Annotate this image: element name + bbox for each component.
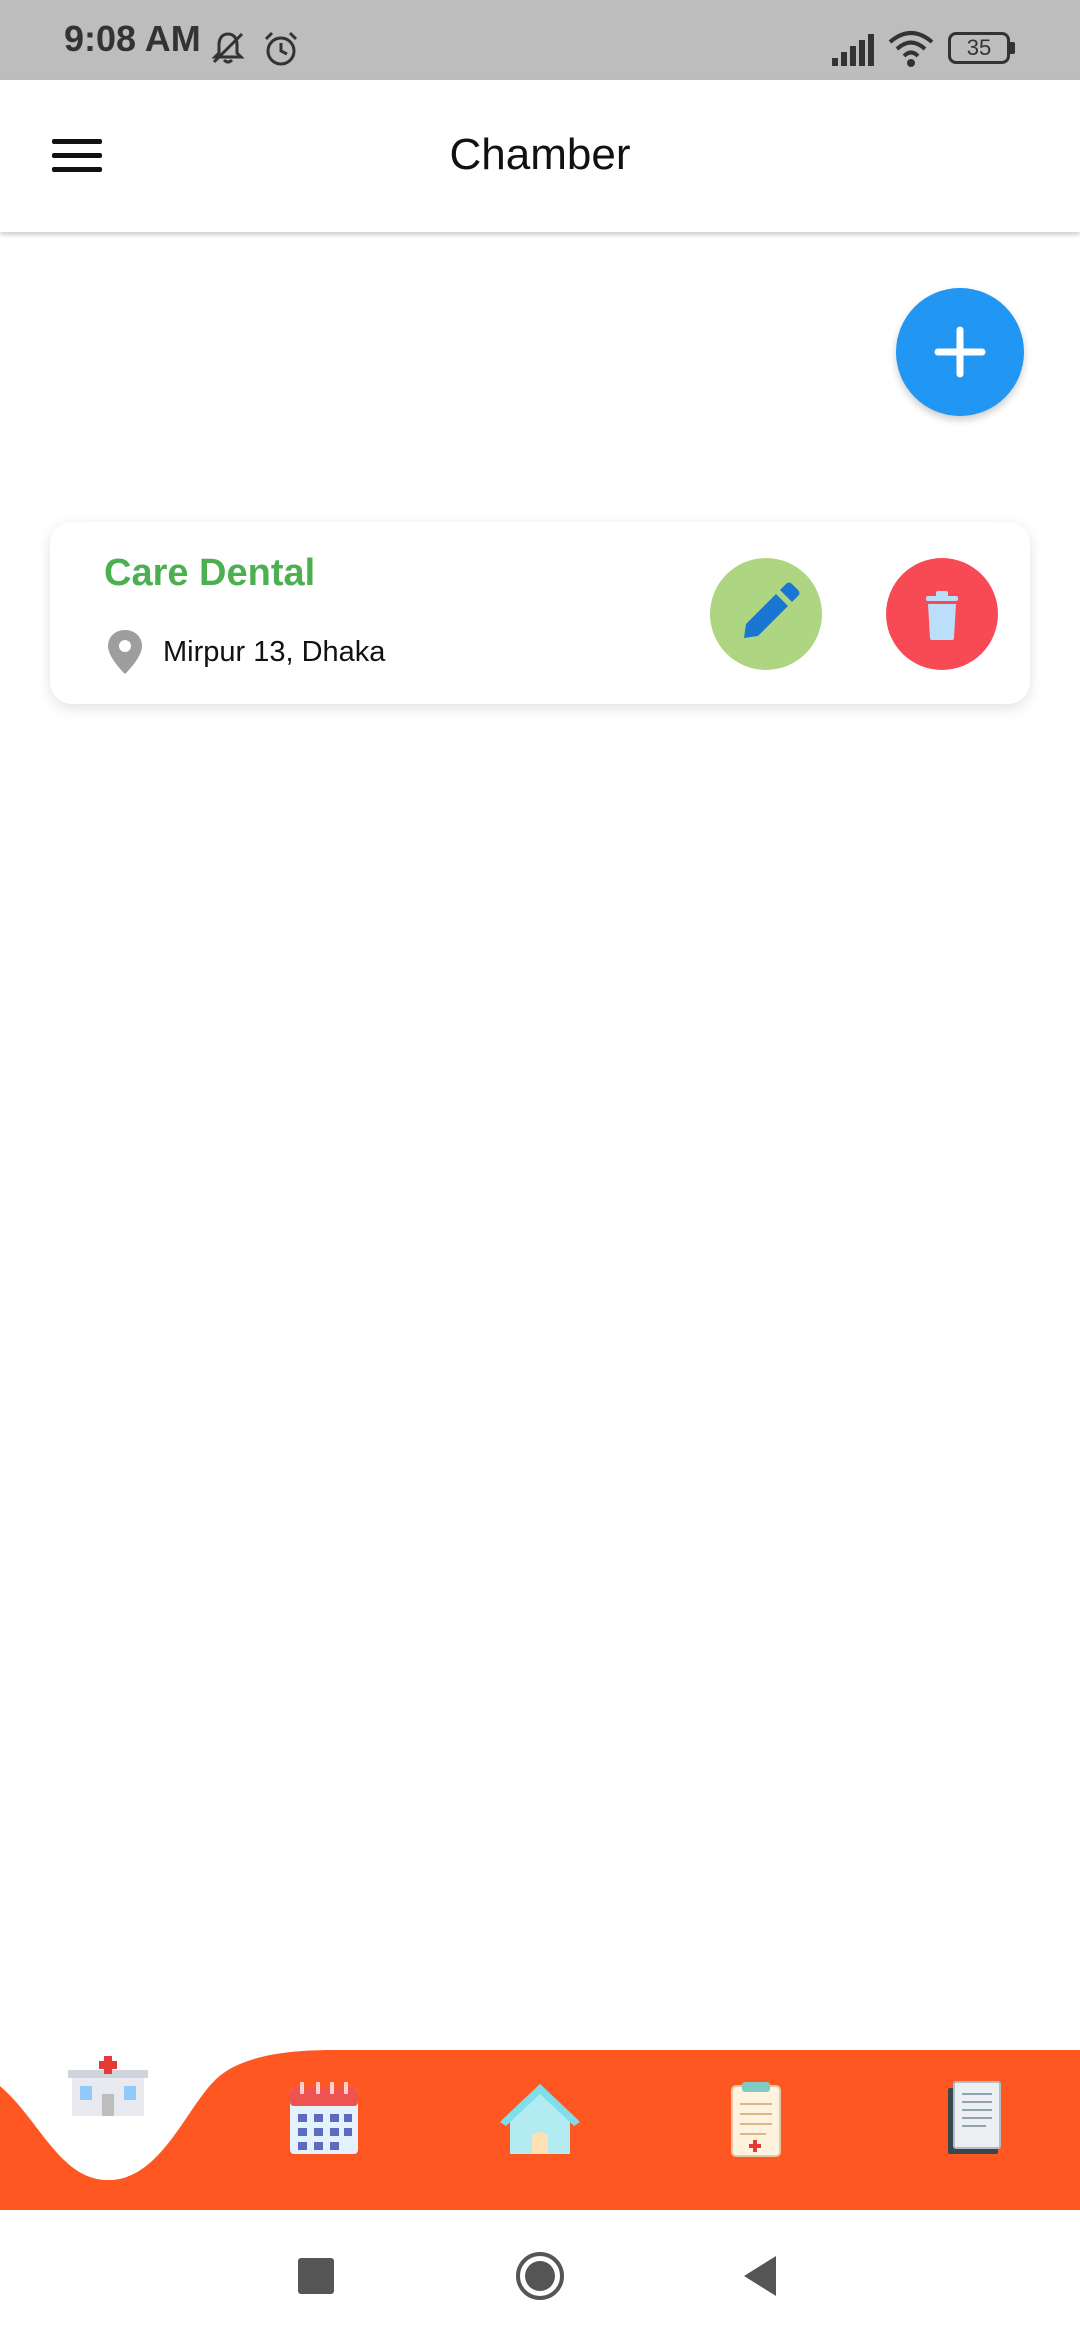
documents-icon bbox=[948, 2081, 1001, 2154]
home-button[interactable] bbox=[514, 2250, 566, 2302]
status-time: 9:08 AM bbox=[64, 18, 201, 59]
home-icon bbox=[500, 2084, 580, 2154]
bottom-navigation bbox=[0, 2050, 1080, 2210]
hospital-icon bbox=[68, 2056, 148, 2116]
back-button[interactable] bbox=[740, 2254, 780, 2298]
add-chamber-button[interactable] bbox=[896, 288, 1024, 416]
signal-icon bbox=[832, 34, 874, 66]
recent-apps-button[interactable] bbox=[298, 2258, 334, 2294]
battery-level: 35 bbox=[966, 35, 992, 60]
battery-tip bbox=[1010, 42, 1015, 54]
mute-icon bbox=[211, 32, 245, 64]
calendar-icon bbox=[290, 2082, 358, 2154]
nav-item-calendar[interactable] bbox=[264, 2080, 384, 2200]
nav-item-records[interactable] bbox=[912, 2080, 1032, 2200]
pencil-icon bbox=[744, 582, 800, 638]
chamber-location: Mirpur 13, Dhaka bbox=[163, 636, 386, 668]
nav-item-home[interactable] bbox=[480, 2080, 600, 2200]
chamber-name: Care Dental bbox=[104, 552, 316, 594]
alarm-icon bbox=[264, 31, 298, 66]
plus-icon bbox=[934, 326, 986, 378]
page-title: Chamber bbox=[449, 130, 631, 179]
trash-icon bbox=[926, 591, 958, 640]
edit-button[interactable] bbox=[710, 558, 822, 670]
location-pin-icon bbox=[108, 630, 142, 674]
delete-button[interactable] bbox=[886, 558, 998, 670]
wifi-icon bbox=[888, 31, 934, 67]
nav-item-chamber[interactable] bbox=[48, 2050, 168, 2170]
chamber-card bbox=[50, 522, 1030, 704]
nav-item-prescription[interactable] bbox=[696, 2080, 816, 2200]
clipboard-icon bbox=[731, 2082, 781, 2157]
